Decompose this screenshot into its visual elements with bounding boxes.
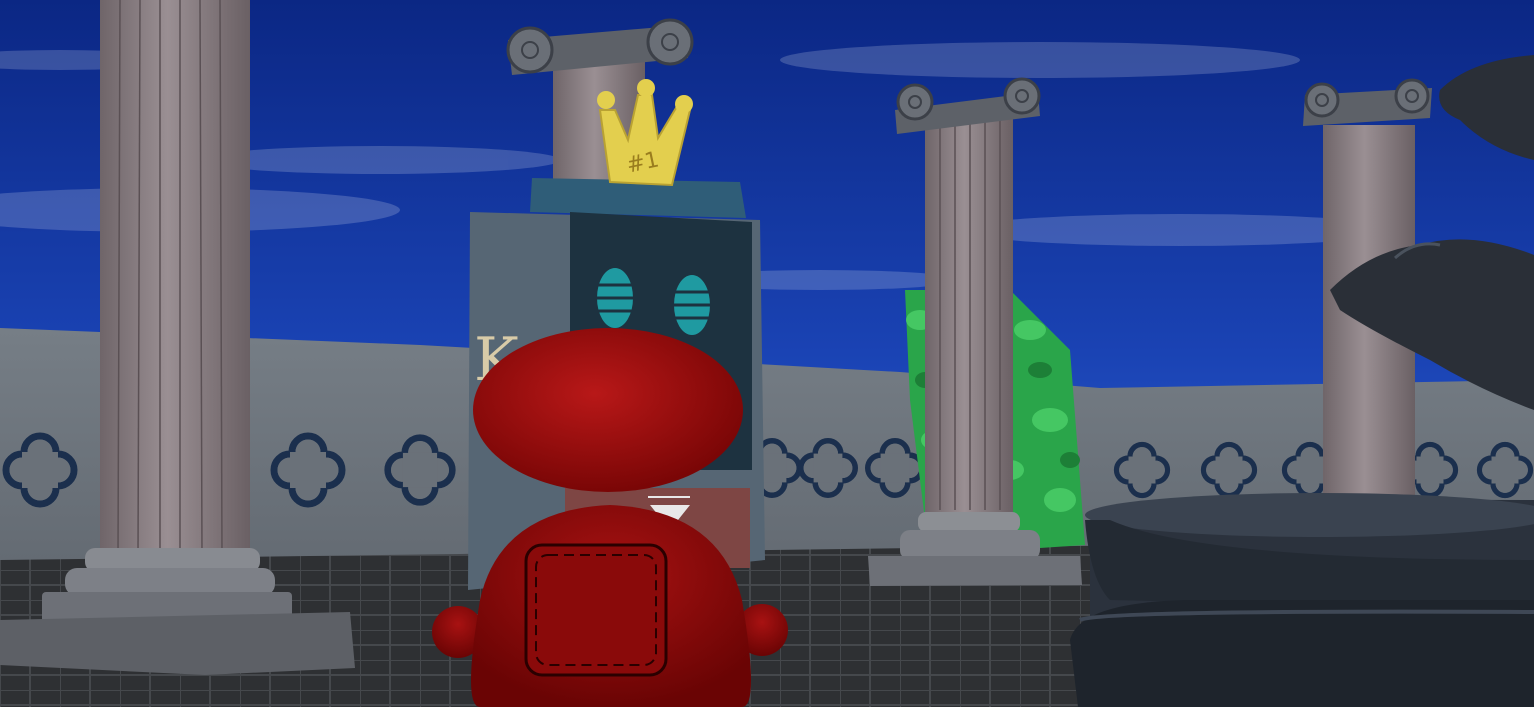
fountain[interactable] xyxy=(1070,493,1534,707)
back-patch xyxy=(524,543,668,677)
game-viewport[interactable]: K #1 xyxy=(0,0,1534,707)
character-head xyxy=(473,328,743,492)
